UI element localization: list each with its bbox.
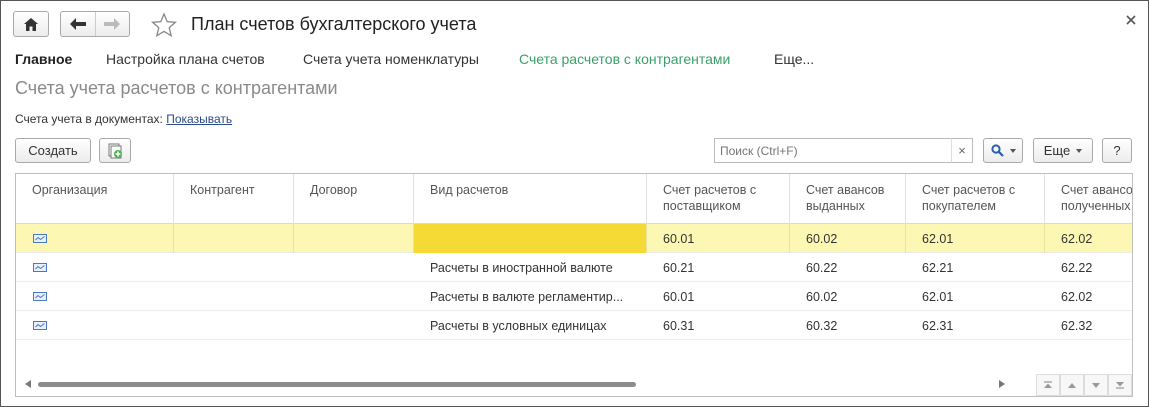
add-copy-icon [108, 143, 122, 158]
scroll-right-icon[interactable] [998, 380, 1006, 388]
cell-organization [16, 253, 174, 282]
tab-nomenclature[interactable]: Счета учета номенклатуры [303, 51, 479, 67]
cell-counterparty [174, 311, 294, 340]
cell-organization [16, 224, 174, 253]
scroll-left-icon[interactable] [24, 380, 32, 388]
scroll-down-button[interactable] [1084, 374, 1108, 396]
forward-button[interactable] [94, 12, 129, 36]
cell-advances-issued: 60.22 [806, 261, 838, 275]
more-label: Еще [1043, 143, 1071, 158]
row-navigation [1036, 374, 1132, 396]
cell-advances-issued: 60.02 [806, 290, 838, 304]
column-header[interactable]: Счет расчетов с покупателем [906, 174, 1045, 224]
scroll-up-button[interactable] [1060, 374, 1084, 396]
cell-advances-received: 62.02 [1061, 290, 1093, 304]
tab-more[interactable]: Еще... [774, 51, 814, 67]
cell-counterparty [174, 224, 294, 253]
copy-button[interactable] [99, 138, 131, 163]
cell-counterparty [174, 282, 294, 311]
horizontal-scrollbar[interactable] [16, 371, 1026, 396]
window-title: План счетов бухгалтерского учета [191, 14, 477, 34]
cell-supplier-account: 60.01 [663, 290, 695, 304]
cell-settlement-type: Расчеты в валюте регламентир... [430, 290, 624, 304]
close-button[interactable] [1124, 13, 1138, 27]
cell-advances-received: 62.22 [1061, 261, 1093, 275]
home-button[interactable] [13, 11, 49, 37]
column-header[interactable]: Организация [16, 174, 174, 224]
cell-counterparty [174, 253, 294, 282]
show-link[interactable]: Показывать [166, 112, 232, 126]
cell-settlement-type[interactable] [414, 224, 647, 253]
table-row[interactable]: 60.01 60.02 62.01 62.02 [16, 224, 1132, 253]
cell-settlement-type: Расчеты в иностранной валюте [430, 261, 613, 275]
window: План счетов бухгалтерского учета Главное… [0, 0, 1149, 407]
cell-advances-issued: 60.02 [790, 224, 906, 253]
cell-customer-account: 62.21 [922, 261, 954, 275]
cell-contract [294, 311, 414, 340]
cell-organization [16, 282, 174, 311]
double-chevron-up-icon [1044, 381, 1052, 388]
scroll-last-button[interactable] [1108, 374, 1132, 396]
search-icon [990, 144, 1004, 157]
column-header[interactable]: Счет расчетов с поставщиком [647, 174, 790, 224]
scrollbar-thumb[interactable] [38, 382, 636, 387]
chevron-down-icon [1092, 382, 1100, 388]
toolbar: Создать × Еще ? [15, 138, 1132, 164]
cell-supplier-account: 60.31 [663, 319, 695, 333]
column-header[interactable]: Счет авансов полученных [1045, 174, 1132, 224]
accounts-table: Организация Контрагент Договор Вид расче… [15, 173, 1133, 397]
table-header: Организация Контрагент Договор Вид расче… [16, 174, 1132, 224]
help-button[interactable]: ? [1102, 138, 1132, 163]
create-button[interactable]: Создать [15, 138, 91, 163]
table-row[interactable]: Расчеты в иностранной валюте 60.21 60.22… [16, 253, 1132, 282]
close-icon [1126, 15, 1136, 25]
docs-accounts-line: Счета учета в документах: Показывать [15, 112, 232, 126]
back-button[interactable] [61, 12, 95, 36]
cell-supplier-account: 60.01 [647, 224, 790, 253]
cell-customer-account: 62.01 [922, 290, 954, 304]
double-chevron-down-icon [1116, 382, 1124, 389]
chevron-up-icon [1068, 382, 1076, 388]
cell-advances-received: 62.02 [1045, 224, 1132, 253]
search-input[interactable] [714, 138, 972, 163]
cell-advances-issued: 60.32 [806, 319, 838, 333]
cell-organization [16, 311, 174, 340]
search-clear-button[interactable]: × [951, 138, 973, 163]
cell-supplier-account: 60.21 [663, 261, 695, 275]
table-row[interactable]: Расчеты в условных единицах 60.31 60.32 … [16, 311, 1132, 340]
column-header[interactable]: Договор [294, 174, 414, 224]
star-icon [151, 12, 177, 38]
cell-contract [294, 282, 414, 311]
arrow-right-icon [104, 18, 121, 30]
column-header[interactable]: Вид расчетов [414, 174, 647, 224]
favorite-star-button[interactable] [151, 12, 177, 38]
column-header[interactable]: Контрагент [174, 174, 294, 224]
tab-counterparties[interactable]: Счета расчетов с контрагентами [519, 51, 730, 67]
cell-contract [294, 253, 414, 282]
tab-plan-settings[interactable]: Настройка плана счетов [106, 51, 265, 67]
history-nav [60, 11, 130, 37]
column-header[interactable]: Счет авансов выданных [790, 174, 906, 224]
more-button[interactable]: Еще [1033, 138, 1093, 163]
cell-settlement-type: Расчеты в условных единицах [430, 319, 607, 333]
docs-label: Счета учета в документах: [15, 112, 163, 126]
titlebar: План счетов бухгалтерского учета [13, 11, 1138, 41]
chevron-down-icon [1076, 148, 1083, 153]
cell-advances-received: 62.32 [1061, 319, 1093, 333]
scroll-first-button[interactable] [1036, 374, 1060, 396]
home-icon [24, 17, 38, 31]
page-title: Счета учета расчетов с контрагентами [15, 78, 338, 98]
search-options-button[interactable] [983, 138, 1023, 163]
cell-customer-account: 62.01 [906, 224, 1045, 253]
arrow-left-icon [69, 18, 86, 30]
chevron-down-icon [1009, 148, 1016, 153]
table-row[interactable]: Расчеты в валюте регламентир... 60.01 60… [16, 282, 1132, 311]
cell-contract [294, 224, 414, 253]
cell-customer-account: 62.31 [922, 319, 954, 333]
tab-main[interactable]: Главное [15, 51, 72, 67]
